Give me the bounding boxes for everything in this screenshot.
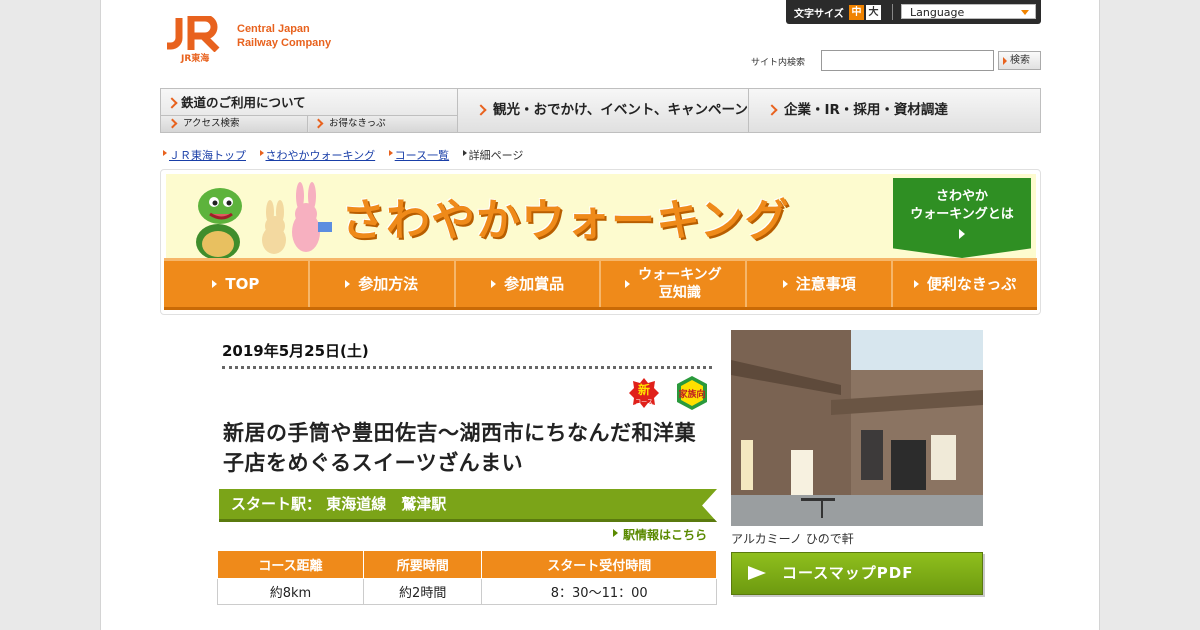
breadcrumb-link-top[interactable]: ＪＲ東海トップ [169,149,246,162]
station-info-link[interactable]: 駅情報はこちら [613,526,707,543]
badge-new-sub: コース [635,399,653,406]
breadcrumb-item: さわやかウォーキング [259,147,376,163]
course-photo [731,330,983,526]
subnav-prizes-label: 参加賞品 [504,275,565,293]
site-search-label: サイト内検索 [751,58,806,68]
search-button[interactable]: 検索 [998,51,1041,70]
cell-distance: 約8km [217,577,364,605]
whatis-line2: ウォーキングとは [910,207,1014,222]
header-distance: コース距離 [217,551,364,579]
play-arrow-icon [959,229,965,239]
photo-caption: アルカミーノ ひので軒 [731,532,854,546]
nav-railway[interactable]: 鉄道のご利用について [161,89,458,116]
jr-logo-icon [167,14,220,53]
subnav-walking-knowledge[interactable]: ウォーキング 豆知識 [601,261,748,307]
subnav-tickets-label: 便利なきっぷ [926,275,1017,293]
start-station: スタート駅： 東海道線 鷲津駅 [219,489,717,522]
subnav-knowledge-line1: ウォーキング [638,267,722,283]
logo-sub: JR東海 [181,54,210,64]
subnav-notes-label: 注意事項 [795,275,856,293]
breadcrumb-item: コース一覧 [388,147,449,163]
nav-discount-tickets[interactable]: お得なきっぷ [309,116,458,132]
subnav-top-label: TOP [225,275,260,293]
site-search-input[interactable] [821,50,994,71]
page: JR東海 Central Japan Railway Company 文字サイズ… [100,0,1100,630]
font-size-medium-button[interactable]: 中 [849,5,864,20]
new-course-badge-icon: 新 コース [629,378,659,408]
subnav-knowledge-label: ウォーキング 豆知識 [638,266,722,302]
subnav-convenient-tickets[interactable]: 便利なきっぷ [893,261,1037,307]
whatis-line1: さわやか [935,189,988,204]
course-title: 新居の手筒や豊田佐吉～湖西市にちなんだ和洋菓子店をめぐるスイーツざんまい [223,421,696,475]
breadcrumb-link-courses[interactable]: コース一覧 [395,149,449,162]
course-date: 2019年5月25日(土) [222,342,369,360]
subnav-how-to-join[interactable]: 参加方法 [310,261,456,307]
subnav-how-label: 参加方法 [358,275,419,293]
nav-tourism[interactable]: 観光・おでかけ、イベント、キャンペーン [459,89,749,132]
subnav-prizes[interactable]: 参加賞品 [456,261,602,307]
chevron-down-icon [1021,10,1029,15]
badge-family-text: 家族向 [678,388,705,400]
walking-banner: さわやかウォーキング さわやか ウォーキングとは TOP 参加方法 参加賞品 ウ… [160,169,1041,315]
header-duration: 所要時間 [362,551,483,579]
table-row: 約8km 約2時間 8：30～11：00 [217,577,717,605]
cell-duration: 約2時間 [362,577,483,605]
course-info-table: コース距離 所要時間 スタート受付時間 約8km 約2時間 8：30～11：00 [217,551,717,605]
divider [892,4,893,20]
breadcrumb-item: ＪＲ東海トップ [163,147,246,163]
family-badge-icon: 家族向 [677,376,707,410]
logo-line1: Central Japan [237,23,310,35]
course-map-pdf-button[interactable]: コースマップPDF [731,552,983,595]
font-size-label: 文字サイズ [794,9,844,20]
banner-title: さわやかウォーキング [341,195,790,246]
table-header-row: コース距離 所要時間 スタート受付時間 [217,551,717,579]
breadcrumb-link-walking[interactable]: さわやかウォーキング [266,149,376,162]
language-label: Language [910,6,965,19]
utility-bar: 文字サイズ 中 大 Language [786,0,1041,24]
subnav-notes[interactable]: 注意事項 [747,261,894,307]
jr-central-logo[interactable]: JR東海 Central Japan Railway Company [165,14,365,66]
language-select[interactable]: Language [901,4,1036,19]
header-start-time: スタート受付時間 [481,551,717,579]
what-is-walking-button[interactable]: さわやか ウォーキングとは [893,178,1031,258]
banner-header: さわやかウォーキング さわやか ウォーキングとは [166,174,1036,260]
breadcrumb: ＪＲ東海トップ さわやかウォーキング コース一覧 詳細ページ [163,147,533,163]
logo-line2: Railway Company [237,37,332,49]
badge-new-text: 新 [638,382,650,397]
logo-company-name: Central Japan Railway Company [237,22,331,50]
global-nav: 鉄道のご利用について アクセス検索 お得なきっぷ 観光・おでかけ、イベント、キャ… [160,88,1041,133]
cell-start-time: 8：30～11：00 [481,577,717,605]
dotted-divider [222,366,712,369]
breadcrumb-current: 詳細ページ [462,147,523,163]
walking-subnav: TOP 参加方法 参加賞品 ウォーキング 豆知識 注意事項 便利なきっぷ [164,258,1037,310]
subnav-top[interactable]: TOP [164,261,310,307]
nav-corporate[interactable]: 企業・IR・採用・資材調達 [750,89,1040,132]
subnav-knowledge-line2: 豆知識 [658,285,701,301]
nav-access-search[interactable]: アクセス検索 [161,116,308,132]
font-size-large-button[interactable]: 大 [866,5,881,20]
mascot-illustration-icon [196,182,332,260]
